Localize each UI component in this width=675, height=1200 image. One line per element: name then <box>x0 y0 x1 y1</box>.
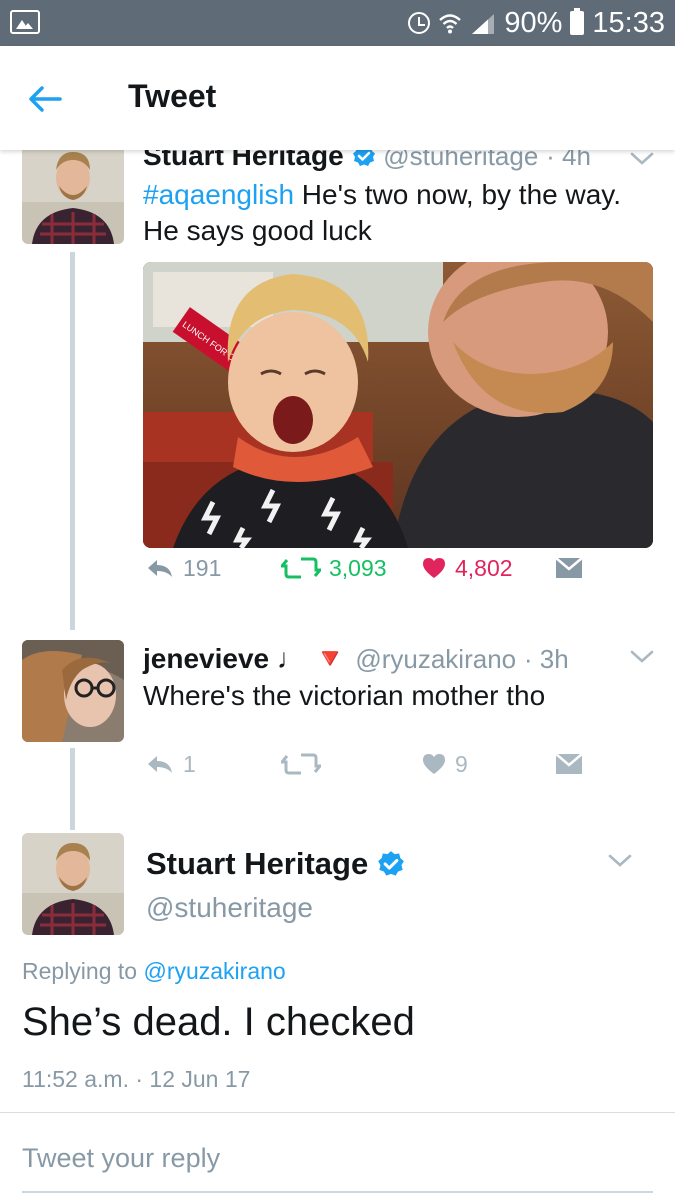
reply-underline <box>22 1191 653 1193</box>
status-bar: 90% 15:33 <box>0 0 675 46</box>
reply-button[interactable]: 191 <box>145 555 221 582</box>
main-tweet-text: She’s dead. I checked <box>22 1000 415 1044</box>
handle[interactable]: @ryuzakirano <box>355 644 516 674</box>
retweet-icon <box>281 557 321 579</box>
verified-badge-icon <box>378 851 404 876</box>
reply-count: 191 <box>183 554 222 581</box>
reply-input[interactable]: Tweet your reply <box>22 1143 220 1174</box>
like-count: 4,802 <box>455 554 513 581</box>
retweet-button[interactable] <box>281 752 329 776</box>
direct-message-icon[interactable] <box>555 557 583 579</box>
app-header: Tweet <box>0 46 675 150</box>
chevron-down-icon[interactable] <box>630 152 654 166</box>
replying-to: Replying to @ryuzakirano <box>22 958 286 985</box>
tweet-text: He's two now, by the way. <box>294 179 622 210</box>
replying-to-label: Replying to <box>22 958 144 984</box>
page-title: Tweet <box>128 78 217 114</box>
reply-bar: Tweet your reply <box>0 1112 675 1200</box>
retweet-button[interactable]: 3,093 <box>281 555 387 582</box>
heart-icon <box>423 754 445 774</box>
display-name[interactable]: jenevieve <box>143 643 269 674</box>
heart-icon <box>423 558 445 578</box>
main-tweet-name-row: Stuart Heritage <box>146 846 405 882</box>
chevron-down-icon[interactable] <box>630 650 654 664</box>
retweet-icon <box>281 753 321 775</box>
battery-percent: 90% <box>504 6 563 39</box>
hashtag-link[interactable]: #aqaenglish <box>143 179 294 210</box>
like-count: 9 <box>455 750 468 777</box>
tweet-1-text: #aqaenglish He's two now, by the way. He… <box>143 177 658 249</box>
reply-icon <box>148 756 172 773</box>
tweet-timestamp[interactable]: 11:52 a.m. · 12 Jun 17 <box>22 1066 250 1093</box>
handle[interactable]: @stuheritage <box>146 892 313 924</box>
clock: 15:33 <box>592 6 665 39</box>
battery-icon <box>570 8 585 35</box>
status-bar-right: 90% 15:33 <box>408 0 665 46</box>
tweet-text: Where's the victorian mother tho <box>143 680 546 711</box>
thread-line <box>70 748 75 830</box>
wifi-icon <box>439 14 462 34</box>
arrow-left-icon[interactable] <box>24 79 64 119</box>
tweet-photo[interactable]: LUNCH FOR ONE <box>143 262 653 548</box>
reply-button[interactable]: 1 <box>145 751 196 778</box>
tweet-text-line2: He says good luck <box>143 215 372 246</box>
tweet-time: · 3h <box>523 644 569 674</box>
direct-message-icon[interactable] <box>555 753 583 775</box>
display-name[interactable]: Stuart Heritage <box>146 846 368 881</box>
reply-icon <box>148 560 172 577</box>
thread-line <box>70 252 75 630</box>
tweet-2-header: jenevieve ♩ 🔻 @ryuzakirano · 3h <box>143 642 569 675</box>
like-button[interactable]: 4,802 <box>421 555 513 582</box>
avatar[interactable] <box>22 640 124 742</box>
gallery-icon <box>10 10 40 34</box>
avatar[interactable] <box>22 142 124 244</box>
avatar[interactable] <box>22 833 124 935</box>
chevron-down-icon[interactable] <box>608 854 632 868</box>
reply-count: 1 <box>183 750 196 777</box>
name-emoji: ♩ 🔻 <box>276 643 348 674</box>
replying-to-link[interactable]: @ryuzakirano <box>143 958 285 984</box>
alarm-icon <box>408 12 431 34</box>
retweet-count: 3,093 <box>329 554 387 581</box>
signal-icon <box>472 14 495 34</box>
like-button[interactable]: 9 <box>421 751 468 778</box>
